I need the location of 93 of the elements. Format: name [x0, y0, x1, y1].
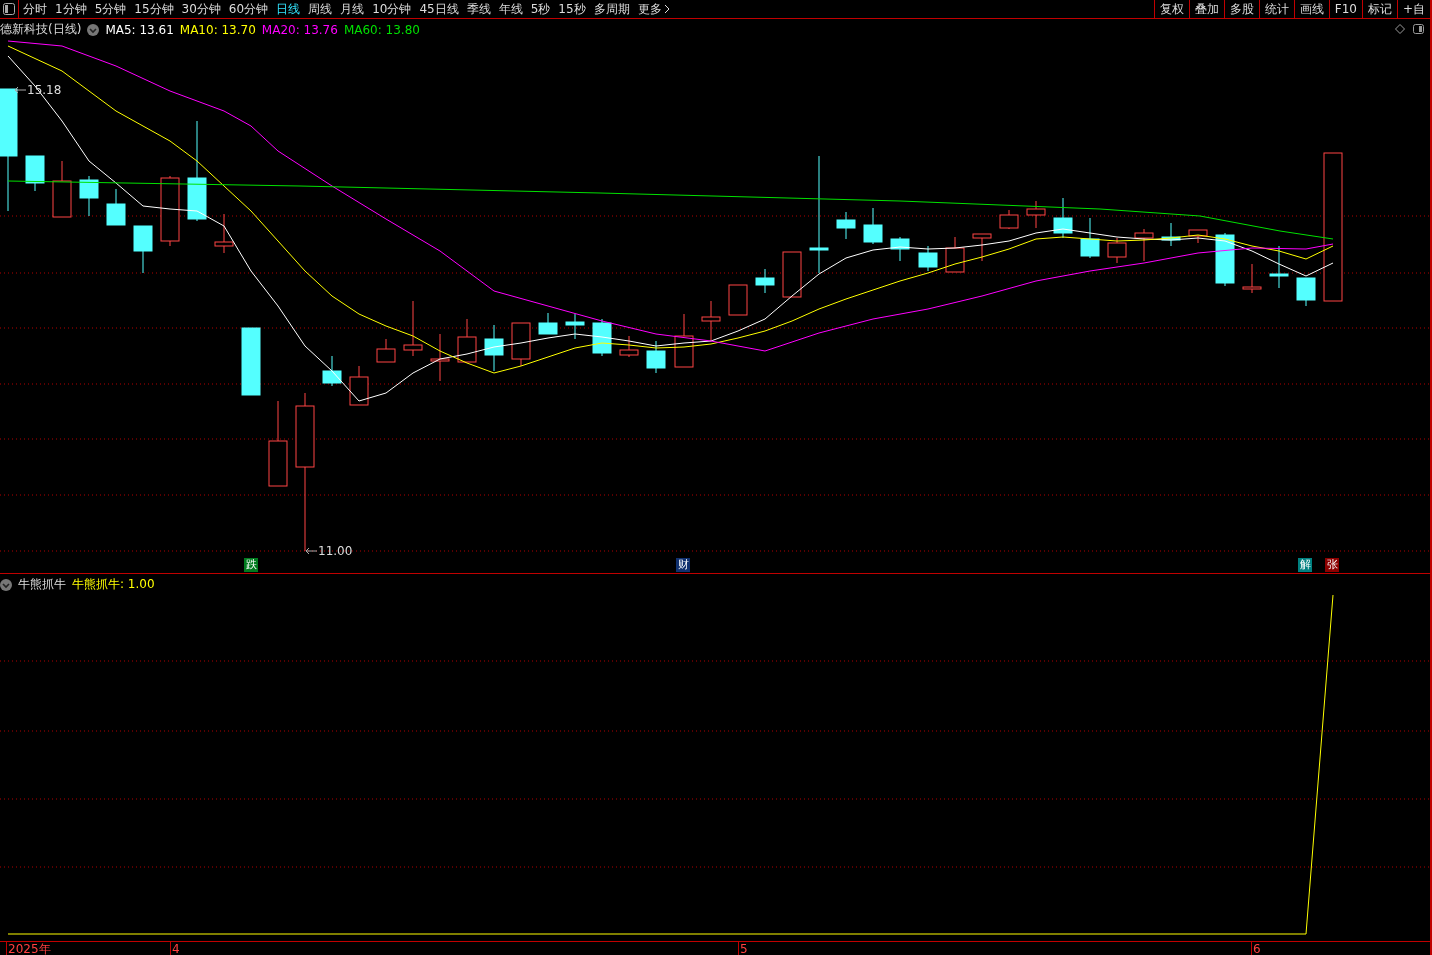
- toolbar-button[interactable]: 复权: [1153, 0, 1189, 18]
- time-axis-label: 4: [170, 942, 180, 955]
- toolbar-button[interactable]: +自: [1396, 0, 1430, 18]
- low-price-label: 11.00: [318, 544, 353, 558]
- period-tab[interactable]: 60分钟: [224, 0, 273, 18]
- candlestick: [592, 318, 612, 357]
- time-axis-label: 6: [1251, 942, 1261, 955]
- sidebar-toggle-icon[interactable]: [0, 0, 19, 18]
- candlestick: [646, 340, 666, 374]
- period-tab[interactable]: 月线: [336, 0, 369, 18]
- candlestick: [1188, 229, 1208, 244]
- candlestick: [25, 155, 45, 192]
- candlestick: [1269, 245, 1289, 289]
- toolbar-button[interactable]: 叠加: [1188, 0, 1224, 18]
- period-tab[interactable]: 45日线: [415, 0, 463, 18]
- candlestick: [945, 236, 965, 273]
- period-tab[interactable]: 15分钟: [130, 0, 178, 18]
- event-marker[interactable]: 解: [1298, 558, 1312, 572]
- chevron-right-icon: [663, 4, 670, 14]
- period-tab[interactable]: 季线: [462, 0, 495, 18]
- toolbar-button[interactable]: 画线: [1293, 0, 1329, 18]
- indicator-value: 牛熊抓牛: 1.00: [72, 576, 155, 593]
- period-tab[interactable]: 15秒: [554, 0, 590, 18]
- time-axis-label: 5: [738, 942, 748, 955]
- toolbar-button[interactable]: F10: [1328, 0, 1362, 18]
- candlestick: [1080, 217, 1100, 259]
- event-marker[interactable]: 跌: [244, 558, 258, 572]
- candlestick: [918, 245, 938, 272]
- candlestick: [999, 209, 1019, 230]
- candlestick: [890, 236, 910, 262]
- candlestick: [863, 207, 883, 245]
- moving-average-label: MA60: 13.80: [343, 22, 420, 37]
- candlestick: [322, 355, 342, 387]
- candlestick: [565, 313, 585, 340]
- period-tab[interactable]: 10分钟: [368, 0, 416, 18]
- moving-average-label: MA10: 13.70: [179, 22, 256, 37]
- toolbar-button[interactable]: 多股: [1223, 0, 1259, 18]
- chart-title: 德新科技(日线): [0, 21, 82, 38]
- period-tab[interactable]: 5分钟: [90, 0, 131, 18]
- candlestick: [1107, 237, 1127, 264]
- candlestick: [836, 211, 856, 240]
- candlestick: [484, 324, 504, 372]
- candlestick: [1053, 197, 1073, 239]
- period-tab[interactable]: 5秒: [526, 0, 555, 18]
- candlestick: [728, 284, 748, 316]
- arrow-icon: [305, 547, 317, 555]
- time-axis-label: 2025年: [6, 942, 51, 955]
- candlestick: [106, 188, 126, 226]
- more-menu[interactable]: 更多: [633, 0, 674, 18]
- period-tab[interactable]: 30分钟: [177, 0, 225, 18]
- diamond-icon[interactable]: [1395, 24, 1405, 34]
- candlestick: [511, 322, 531, 367]
- period-tab[interactable]: 周线: [304, 0, 337, 18]
- period-tab[interactable]: 年线: [494, 0, 527, 18]
- collapse-icon[interactable]: [0, 578, 12, 591]
- candlestick: [1296, 277, 1316, 307]
- candlestick: [403, 300, 423, 357]
- candlestick: [674, 313, 694, 368]
- panel-icon[interactable]: [1413, 24, 1424, 34]
- arrow-icon: [14, 86, 26, 94]
- candlestick: [782, 251, 802, 298]
- period-tab[interactable]: 多周期: [589, 0, 634, 18]
- period-tab[interactable]: 分时: [19, 0, 51, 18]
- moving-average-label: MA20: 13.76: [261, 22, 338, 37]
- candlestick: [755, 268, 775, 294]
- candlestick: [1134, 228, 1154, 262]
- candlestick: [430, 333, 450, 382]
- candlestick: [349, 365, 369, 406]
- candlestick: [52, 160, 72, 218]
- event-marker[interactable]: 张: [1325, 558, 1339, 572]
- candlestick: [214, 213, 234, 254]
- candlestick: [133, 225, 153, 274]
- candlestick: [1242, 263, 1262, 294]
- candlestick: [619, 335, 639, 358]
- candlestick: [972, 233, 992, 262]
- candlestick: [457, 318, 477, 363]
- candlestick: [1215, 232, 1235, 287]
- indicator-title: 牛熊抓牛: [18, 576, 66, 593]
- candlestick: [160, 175, 180, 247]
- candlestick: [701, 300, 721, 342]
- toolbar-button[interactable]: 统计: [1258, 0, 1294, 18]
- event-marker[interactable]: 财: [676, 558, 690, 572]
- moving-average-label: MA5: 13.61: [105, 22, 174, 37]
- period-tab[interactable]: 日线: [272, 0, 305, 18]
- period-tab[interactable]: 1分钟: [51, 0, 91, 18]
- candlestick: [1026, 200, 1046, 229]
- candlestick: [538, 312, 558, 335]
- candlestick: [376, 338, 396, 363]
- collapse-icon[interactable]: [87, 23, 100, 36]
- candlestick: [79, 175, 99, 217]
- toolbar-button[interactable]: 标记: [1361, 0, 1397, 18]
- candlestick: [1161, 222, 1181, 247]
- candlestick: [241, 327, 261, 396]
